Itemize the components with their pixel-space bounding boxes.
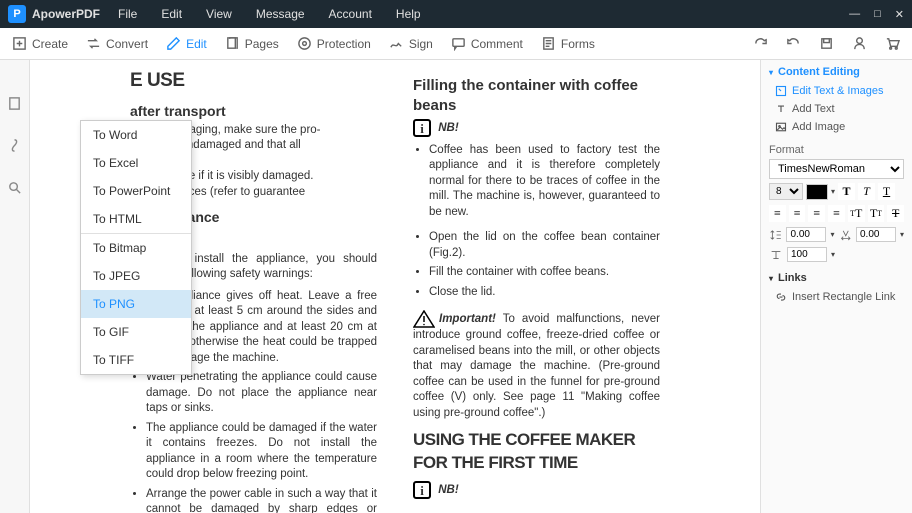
add-image-button[interactable]: Add Image — [769, 118, 904, 136]
sign-button[interactable]: Sign — [389, 36, 433, 51]
content-editing-header[interactable]: ▾Content Editing — [769, 66, 904, 78]
dropdown-item-html[interactable]: To HTML — [81, 205, 191, 233]
right-panel: ▾Content Editing Edit Text & Images Add … — [760, 60, 912, 513]
doc-list: Coffee has been used to factory test the… — [413, 143, 660, 221]
menu-edit[interactable]: Edit — [161, 7, 182, 21]
edit-text-images-button[interactable]: Edit Text & Images — [769, 82, 904, 100]
dropdown-item-png[interactable]: To PNG — [81, 290, 191, 318]
doc-text: Important! To avoid malfunctions, never … — [413, 310, 660, 421]
menu-file[interactable]: File — [118, 7, 137, 21]
maximize-icon[interactable]: □ — [874, 8, 881, 21]
scale-icon — [769, 248, 783, 262]
info-icon: i — [413, 481, 431, 499]
char-spacing-icon — [839, 228, 852, 242]
app-name: ApowerPDF — [32, 7, 100, 21]
minimize-icon[interactable]: — — [849, 8, 860, 21]
save-icon[interactable] — [819, 36, 834, 51]
links-header[interactable]: ▾Links — [769, 272, 904, 284]
doc-subheading: Filling the container with coffee beans — [413, 76, 660, 117]
dropdown-item-bitmap[interactable]: To Bitmap — [81, 233, 191, 262]
forms-button[interactable]: Forms — [541, 36, 595, 51]
protection-button[interactable]: Protection — [297, 36, 371, 51]
line-height-input[interactable] — [786, 227, 826, 242]
create-button[interactable]: Create — [12, 36, 68, 51]
dropdown-item-excel[interactable]: To Excel — [81, 149, 191, 177]
menubar: File Edit View Message Account Help — [118, 7, 849, 21]
doc-heading: USING THE COFFEE MAKER FOR THE FIRST TIM… — [413, 429, 660, 475]
chevron-down-icon: ▾ — [769, 68, 773, 77]
info-icon: i — [413, 119, 431, 137]
convert-button[interactable]: Convert — [86, 36, 148, 51]
italic-button[interactable]: T — [858, 183, 875, 200]
char-spacing-input[interactable] — [856, 227, 896, 242]
strike-button[interactable]: T — [887, 205, 904, 222]
line-height-icon — [769, 228, 782, 242]
align-justify-icon[interactable]: ≡ — [828, 205, 845, 222]
menu-help[interactable]: Help — [396, 7, 421, 21]
color-picker[interactable] — [806, 184, 828, 200]
format-label: Format — [769, 144, 904, 156]
search-icon[interactable] — [7, 180, 22, 198]
doc-text: i NB! — [413, 481, 660, 499]
add-text-button[interactable]: Add Text — [769, 100, 904, 118]
doc-text: i NB! — [413, 119, 660, 137]
superscript-button[interactable]: TT — [848, 205, 865, 222]
redo-icon[interactable] — [753, 36, 768, 51]
align-center-icon[interactable]: ≡ — [789, 205, 806, 222]
doc-heading: E USE — [130, 68, 377, 94]
thumbnails-icon[interactable] — [7, 96, 22, 114]
dropdown-item-tiff[interactable]: To TIFF — [81, 346, 191, 374]
dropdown-item-jpeg[interactable]: To JPEG — [81, 262, 191, 290]
convert-dropdown: To Word To Excel To PowerPoint To HTML T… — [80, 120, 192, 375]
font-size-select[interactable]: 8 — [769, 183, 803, 200]
doc-subheading: after transport — [130, 102, 377, 121]
chevron-down-icon: ▾ — [769, 274, 773, 283]
bookmark-icon[interactable] — [7, 138, 22, 156]
align-right-icon[interactable]: ≡ — [808, 205, 825, 222]
menu-message[interactable]: Message — [256, 7, 305, 21]
align-left-icon[interactable]: ≡ — [769, 205, 786, 222]
cart-icon[interactable] — [885, 36, 900, 51]
subscript-button[interactable]: TT — [868, 205, 885, 222]
bold-button[interactable]: T — [838, 183, 855, 200]
dropdown-item-word[interactable]: To Word — [81, 121, 191, 149]
undo-icon[interactable] — [786, 36, 801, 51]
user-icon[interactable] — [852, 36, 867, 51]
left-rail — [0, 60, 30, 513]
pages-button[interactable]: Pages — [225, 36, 279, 51]
dropdown-item-powerpoint[interactable]: To PowerPoint — [81, 177, 191, 205]
font-select[interactable]: TimesNewRoman — [769, 159, 904, 179]
doc-list: Open the lid on the coffee bean containe… — [413, 230, 660, 300]
scale-input[interactable] — [787, 247, 827, 262]
edit-button[interactable]: Edit — [166, 36, 207, 51]
close-icon[interactable]: ✕ — [895, 8, 904, 21]
comment-button[interactable]: Comment — [451, 36, 523, 51]
insert-rectangle-link-button[interactable]: Insert Rectangle Link — [769, 288, 904, 306]
menu-account[interactable]: Account — [329, 7, 372, 21]
menu-view[interactable]: View — [206, 7, 232, 21]
underline-button[interactable]: T — [878, 183, 895, 200]
app-logo: P — [8, 5, 26, 23]
dropdown-item-gif[interactable]: To GIF — [81, 318, 191, 346]
